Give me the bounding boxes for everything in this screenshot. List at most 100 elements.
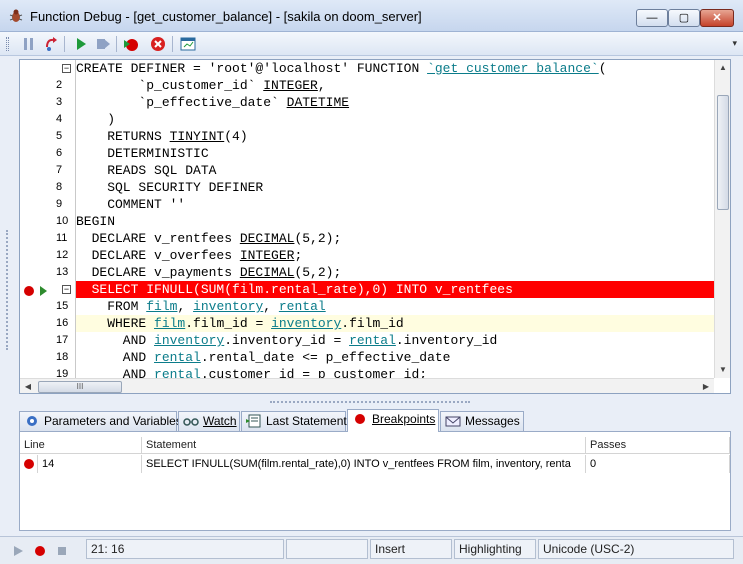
code-line[interactable]: ): [76, 111, 714, 128]
table-reference-link[interactable]: rental: [349, 333, 396, 348]
code-line[interactable]: CREATE DEFINER = 'root'@'localhost' FUNC…: [76, 60, 714, 77]
code-editor[interactable]: 2 3 4 5 6 7 8 9 10 11 12 13 15 16 17 18 19 CREATE DEFINE…: [19, 59, 731, 394]
status-bar: 21: 16 Insert Highlighting Unicode (USC-…: [0, 536, 743, 564]
scroll-down-icon[interactable]: ▼: [715, 362, 730, 378]
code-line[interactable]: COMMENT '': [76, 196, 714, 213]
vertical-scrollbar[interactable]: ▲ ▼: [714, 60, 730, 378]
breakpoint-marker[interactable]: [24, 286, 34, 296]
code-line[interactable]: `p_effective_date` DATETIME: [76, 94, 714, 111]
horizontal-scroll-thumb[interactable]: III: [38, 381, 122, 393]
code-text-area[interactable]: CREATE DEFINER = 'root'@'localhost' FUNC…: [76, 60, 714, 378]
code-text-tail: (5,2);: [294, 265, 342, 280]
stop-icon[interactable]: [149, 35, 167, 53]
fold-toggle-icon[interactable]: −: [62, 285, 71, 294]
tab-watch[interactable]: Watch: [178, 411, 240, 431]
code-line[interactable]: DECLARE v_payments DECIMAL(5,2);: [76, 264, 714, 281]
run-icon[interactable]: [12, 545, 24, 557]
code-line[interactable]: DECLARE v_rentfees DECIMAL(5,2);: [76, 230, 714, 247]
vertical-scroll-thumb[interactable]: [717, 95, 729, 210]
table-reference-link[interactable]: rental: [154, 350, 201, 365]
type-keyword: INTEGER: [239, 248, 295, 263]
table-reference-link[interactable]: inventory: [154, 333, 224, 348]
code-line[interactable]: DECLARE v_overfees INTEGER;: [76, 247, 714, 264]
function-name-link[interactable]: `get_customer_balance`: [427, 61, 599, 76]
toolbar-overflow-icon[interactable]: ▾: [732, 38, 737, 49]
table-reference-link[interactable]: inventory: [193, 299, 263, 314]
edit-mode: Insert: [370, 539, 452, 559]
parameters-icon: [27, 416, 37, 426]
toolbar-grip[interactable]: [6, 37, 9, 51]
toggle-breakpoint-icon[interactable]: [122, 35, 140, 53]
tab-label: Breakpoints: [372, 412, 436, 426]
table-reference-link[interactable]: film: [146, 299, 177, 314]
table-reference-link[interactable]: film: [154, 316, 185, 331]
code-line[interactable]: AND inventory.inventory_id = rental.inve…: [76, 332, 714, 349]
step-over-icon[interactable]: [94, 35, 112, 53]
tab-parameters-and-variables[interactable]: Parameters and Variables: [19, 411, 182, 431]
scroll-up-icon[interactable]: ▲: [715, 60, 730, 76]
maximize-button[interactable]: ▢: [668, 9, 700, 27]
code-text: DECLARE v_rentfees: [76, 231, 240, 246]
scroll-right-icon[interactable]: ▶: [698, 379, 714, 393]
window-icon[interactable]: [179, 35, 197, 53]
encoding: Unicode (USC-2): [538, 539, 734, 559]
stop-icon[interactable]: [56, 545, 68, 557]
column-header-statement[interactable]: Statement: [142, 437, 586, 454]
run-icon[interactable]: [72, 35, 90, 53]
breakpoint-gutter[interactable]: [20, 60, 36, 378]
table-reference-link[interactable]: rental: [154, 367, 201, 378]
tab-messages[interactable]: Messages: [440, 411, 524, 431]
code-text: WHERE film.film_id = inventory.film_id: [76, 316, 404, 331]
code-text: SQL SECURITY DEFINER: [76, 180, 264, 195]
side-splitter[interactable]: [6, 230, 10, 350]
code-line[interactable]: DETERMINISTIC: [76, 145, 714, 162]
tab-breakpoints[interactable]: Breakpoints: [347, 409, 439, 432]
code-line[interactable]: FROM film, inventory, rental: [76, 298, 714, 315]
table-row[interactable]: 14 SELECT IFNULL(SUM(film.rental_rate),0…: [20, 455, 730, 473]
row-marker-cell: [20, 455, 38, 473]
type-keyword: INTEGER: [263, 78, 318, 93]
code-text: `p_customer_id`: [76, 78, 264, 93]
code-text: CREATE DEFINER = 'root'@'localhost' FUNC…: [76, 61, 428, 76]
glasses-icon: [183, 418, 199, 426]
highlighting-mode: Highlighting: [454, 539, 536, 559]
toolbar-separator: [116, 36, 117, 52]
scroll-left-icon[interactable]: ◀: [20, 379, 36, 393]
breakpoint-icon[interactable]: [34, 545, 46, 557]
code-text: DETERMINISTIC: [76, 146, 209, 161]
table-reference-link[interactable]: rental: [279, 299, 326, 314]
code-line[interactable]: AND rental.customer_id = p_customer_id;: [76, 366, 714, 378]
code-text: RETURNS: [76, 129, 170, 144]
close-icon: ✕: [712, 12, 722, 24]
panel-splitter[interactable]: [270, 401, 470, 405]
column-header-line[interactable]: Line: [20, 437, 142, 454]
statement-icon: [246, 414, 261, 428]
code-text: COMMENT '': [76, 197, 186, 212]
code-line[interactable]: BEGIN: [76, 213, 714, 230]
close-button[interactable]: ✕: [700, 9, 734, 27]
line-number-gutter: 2 3 4 5 6 7 8 9 10 11 12 13 15 16 17 18 19: [36, 60, 76, 380]
horizontal-scrollbar[interactable]: ◀ III ▶: [20, 378, 714, 393]
column-header-passes[interactable]: Passes: [586, 437, 730, 454]
minimize-icon: —: [646, 12, 658, 24]
code-line[interactable]: WHERE film.film_id = inventory.film_id: [76, 315, 714, 332]
type-keyword: DECIMAL: [239, 265, 295, 280]
code-line[interactable]: AND rental.rental_date <= p_effective_da…: [76, 349, 714, 366]
code-line[interactable]: SQL SECURITY DEFINER: [76, 179, 714, 196]
breakpoints-panel: Line Statement Passes 14 SELECT IFNULL(S…: [19, 431, 731, 531]
step-icon[interactable]: [42, 35, 60, 53]
pause-icon[interactable]: [20, 35, 38, 53]
table-reference-link[interactable]: inventory: [271, 316, 341, 331]
code-text: AND rental.rental_date <= p_effective_da…: [76, 350, 451, 365]
minimize-button[interactable]: —: [636, 9, 668, 27]
line-cell: 14: [38, 455, 142, 473]
fold-toggle-icon[interactable]: −: [62, 64, 71, 73]
code-line[interactable]: RETURNS TINYINT(4): [76, 128, 714, 145]
code-line[interactable]: `p_customer_id` INTEGER,: [76, 77, 714, 94]
type-keyword: TINYINT: [169, 129, 225, 144]
code-text-tail: ;: [294, 248, 303, 263]
tab-last-statement[interactable]: Last Statement: [241, 411, 347, 431]
code-line[interactable]: READS SQL DATA: [76, 162, 714, 179]
code-line[interactable]: SELECT IFNULL(SUM(film.rental_rate),0) I…: [76, 281, 714, 298]
cursor-position: 21: 16: [86, 539, 284, 559]
